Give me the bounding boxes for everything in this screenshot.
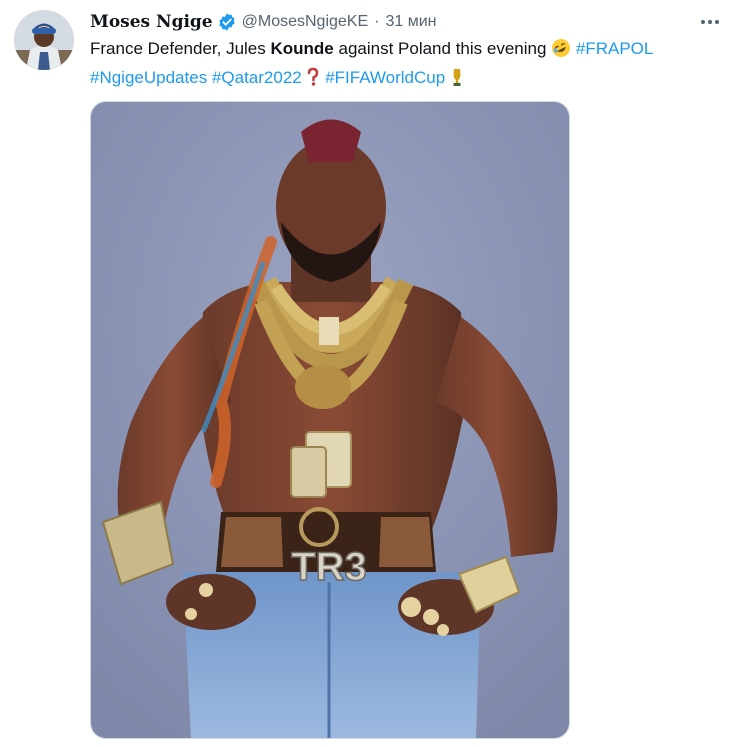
tweet-text: France Defender, Jules Kounde against Po… [90, 36, 720, 94]
belt-buckle-text: TR3 [291, 545, 367, 589]
hashtag-fifaworldcup[interactable]: #FIFAWorldCup [325, 68, 445, 87]
user-handle[interactable]: @MosesNgigeKE [242, 13, 369, 31]
timestamp[interactable]: 31 мин [385, 13, 436, 31]
question-mark-emoji [306, 67, 320, 94]
hashtag-qatar2022[interactable]: #Qatar2022 [212, 68, 302, 87]
verified-badge-icon [217, 12, 237, 32]
separator-dot: · [374, 13, 380, 30]
tweet-text-part1: France Defender, Jules [90, 39, 271, 58]
trophy-emoji [450, 67, 464, 94]
hashtag-ngigeupdates[interactable]: #NgigeUpdates [90, 68, 207, 87]
tweet-header: Moses Ngige @MosesNgigeKE · 31 мин [90, 10, 436, 34]
tweet-text-part2: against Poland this evening [333, 39, 552, 58]
tweet[interactable]: Moses Ngige @MosesNgigeKE · 31 мин Franc… [0, 0, 739, 747]
rofl-emoji [551, 38, 571, 65]
avatar-image [14, 10, 74, 70]
hashtag-frapol[interactable]: #FRAPOL [576, 39, 653, 58]
tweet-text-bold: Kounde [270, 39, 334, 58]
display-name[interactable]: Moses Ngige [90, 12, 213, 32]
more-options-icon[interactable] [696, 8, 724, 36]
tweet-photo: TR3 [91, 102, 569, 738]
avatar[interactable] [14, 10, 74, 70]
tweet-media[interactable]: TR3 [90, 101, 570, 739]
